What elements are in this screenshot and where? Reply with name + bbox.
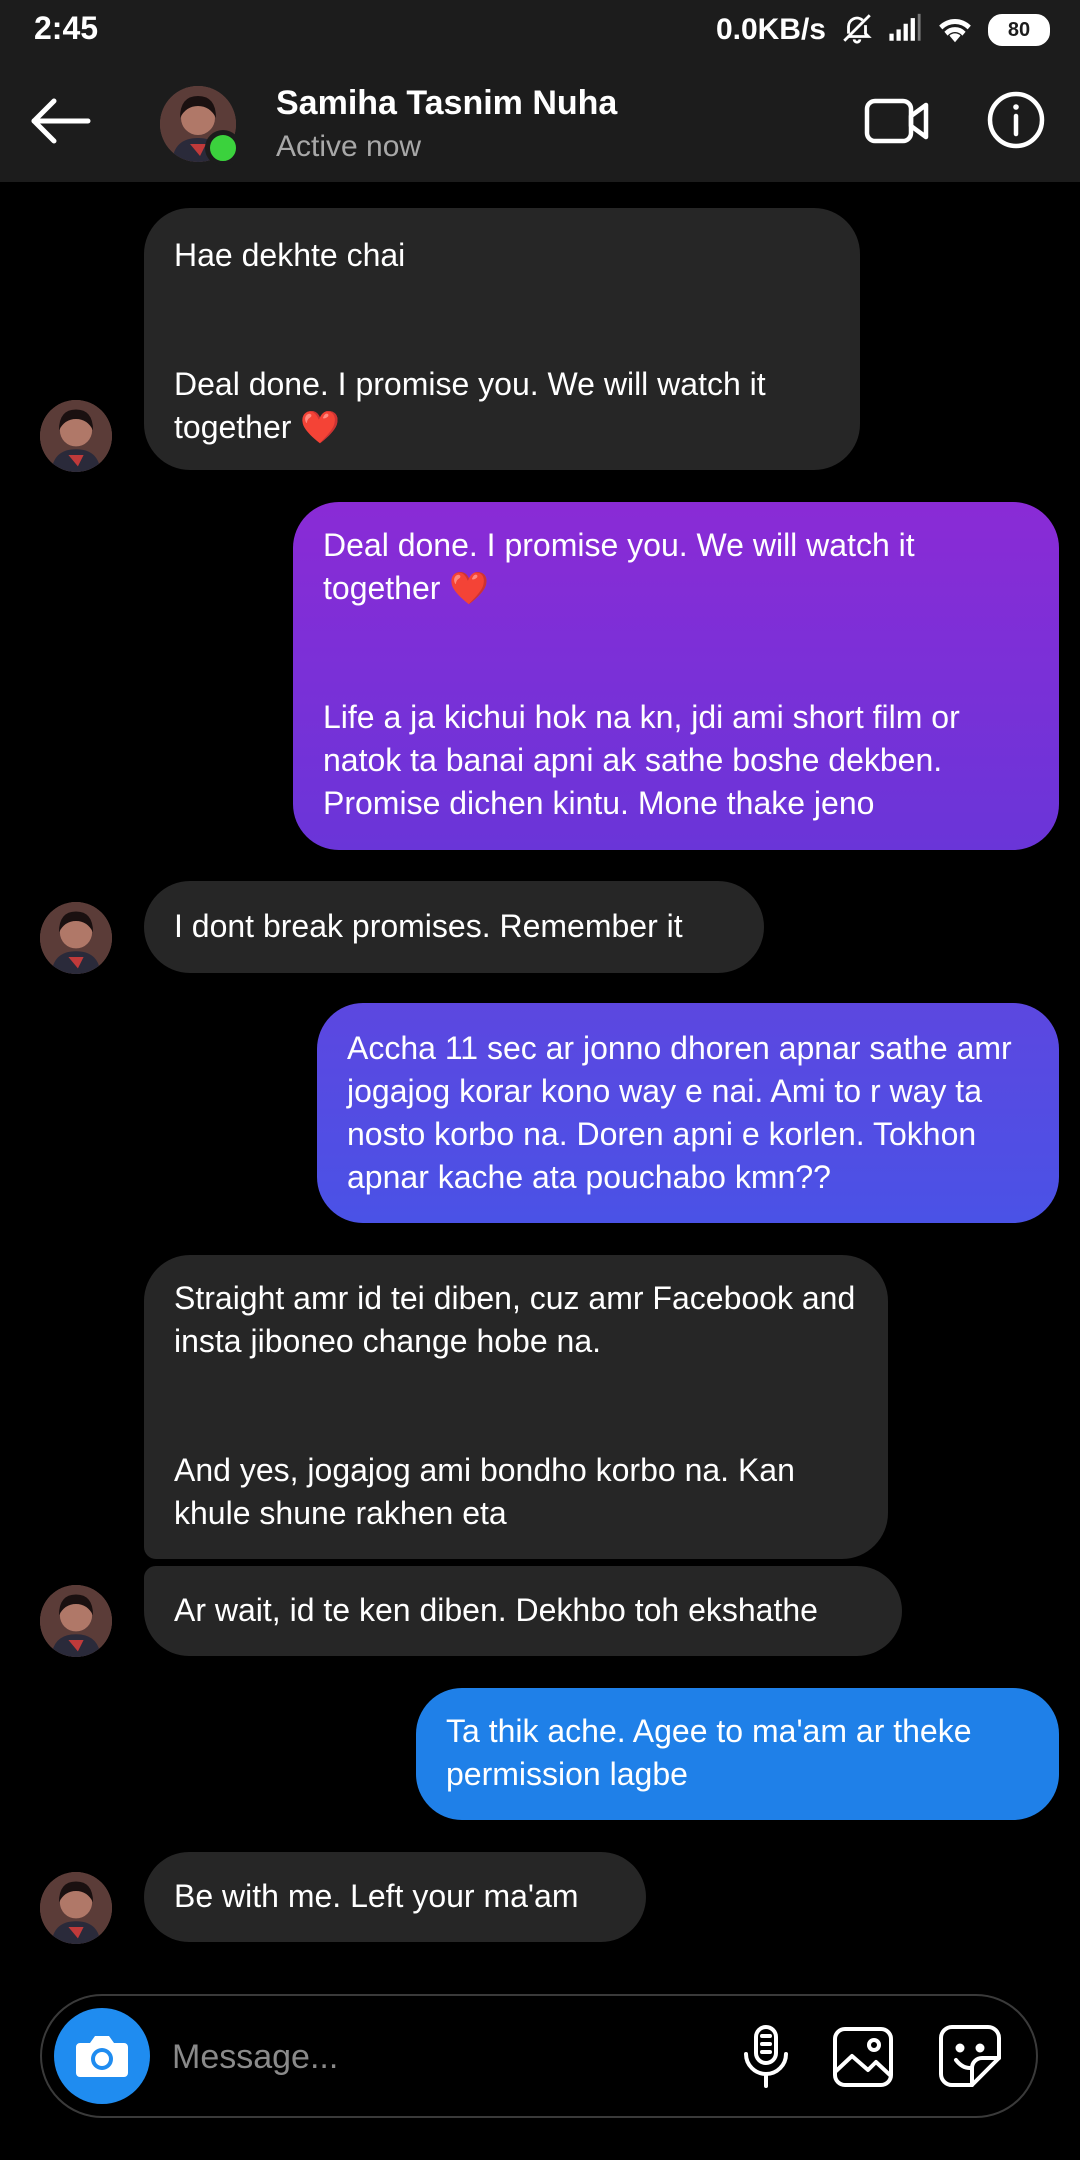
message-text: Hae dekhte chai: [174, 237, 406, 273]
message-text: Ar wait, id te ken diben. Dekhbo toh eks…: [174, 1592, 818, 1628]
chat-header: Samiha Tasnim Nuha Active now: [0, 60, 1080, 182]
received-message[interactable]: Be with me. Left your ma'am: [144, 1852, 646, 1942]
contact-active-status: Active now: [276, 130, 422, 163]
status-time: 2:45: [34, 10, 99, 46]
sticker-button[interactable]: [938, 2024, 1002, 2088]
status-icons: 0.0KB/s 80: [716, 8, 1050, 52]
message-text: Ta thik ache. Agee to ma'am ar theke per…: [446, 1713, 972, 1792]
info-button[interactable]: [986, 90, 1046, 150]
sender-avatar[interactable]: [40, 1872, 112, 1944]
message-text: Life a ja kichui hok na kn, jdi ami shor…: [323, 699, 960, 821]
message-text: Accha 11 sec ar jonno dhoren apnar sathe…: [347, 1030, 1012, 1195]
message-text: Deal done. I promise you. We will watch …: [174, 366, 766, 445]
sender-avatar[interactable]: [40, 1585, 112, 1657]
message-text: And yes, jogajog ami bondho korbo na. Ka…: [174, 1452, 795, 1531]
received-message[interactable]: Straight amr id tei diben, cuz amr Faceb…: [144, 1255, 888, 1559]
message-input[interactable]: [170, 2028, 734, 2086]
info-icon: [987, 91, 1045, 149]
sent-message[interactable]: Ta thik ache. Agee to ma'am ar theke per…: [416, 1688, 1059, 1820]
back-arrow-icon: [31, 98, 91, 144]
message-text: Deal done. I promise you. We will watch …: [323, 527, 915, 606]
sender-avatar[interactable]: [40, 902, 112, 974]
video-camera-icon: [864, 98, 929, 144]
gallery-button[interactable]: [832, 2026, 894, 2088]
wifi-icon: [936, 13, 974, 48]
contact-name[interactable]: Samiha Tasnim Nuha: [276, 84, 617, 123]
camera-button[interactable]: [54, 2008, 150, 2104]
status-bar: 2:45 0.0KB/s 80: [0, 0, 1080, 60]
back-button[interactable]: [26, 90, 96, 152]
net-speed: 0.0KB/s: [715, 13, 826, 46]
message-text: Be with me. Left your ma'am: [174, 1878, 579, 1914]
sender-avatar[interactable]: [40, 400, 112, 472]
sent-message[interactable]: Accha 11 sec ar jonno dhoren apnar sathe…: [317, 1003, 1059, 1223]
online-status-dot: [205, 130, 241, 166]
voice-message-button[interactable]: [736, 2024, 796, 2090]
message-text: I dont break promises. Remember it: [174, 908, 683, 944]
received-message[interactable]: Ar wait, id te ken diben. Dekhbo toh eks…: [144, 1566, 902, 1656]
sent-message[interactable]: Deal done. I promise you. We will watch …: [293, 502, 1059, 850]
message-text: Straight amr id tei diben, cuz amr Faceb…: [174, 1280, 856, 1359]
message-composer: [40, 1994, 1038, 2118]
received-message[interactable]: Hae dekhte chai Deal done. I promise you…: [144, 208, 860, 470]
signal-icon: [888, 13, 922, 48]
mute-bell-icon: [840, 11, 874, 50]
microphone-icon: [744, 2025, 788, 2088]
received-message[interactable]: I dont break promises. Remember it: [144, 881, 764, 973]
battery-indicator: 80: [988, 14, 1050, 46]
image-gallery-icon: [833, 2027, 893, 2087]
sticker-icon: [939, 2025, 1001, 2087]
camera-icon: [76, 2036, 128, 2077]
video-call-button[interactable]: [864, 94, 930, 148]
